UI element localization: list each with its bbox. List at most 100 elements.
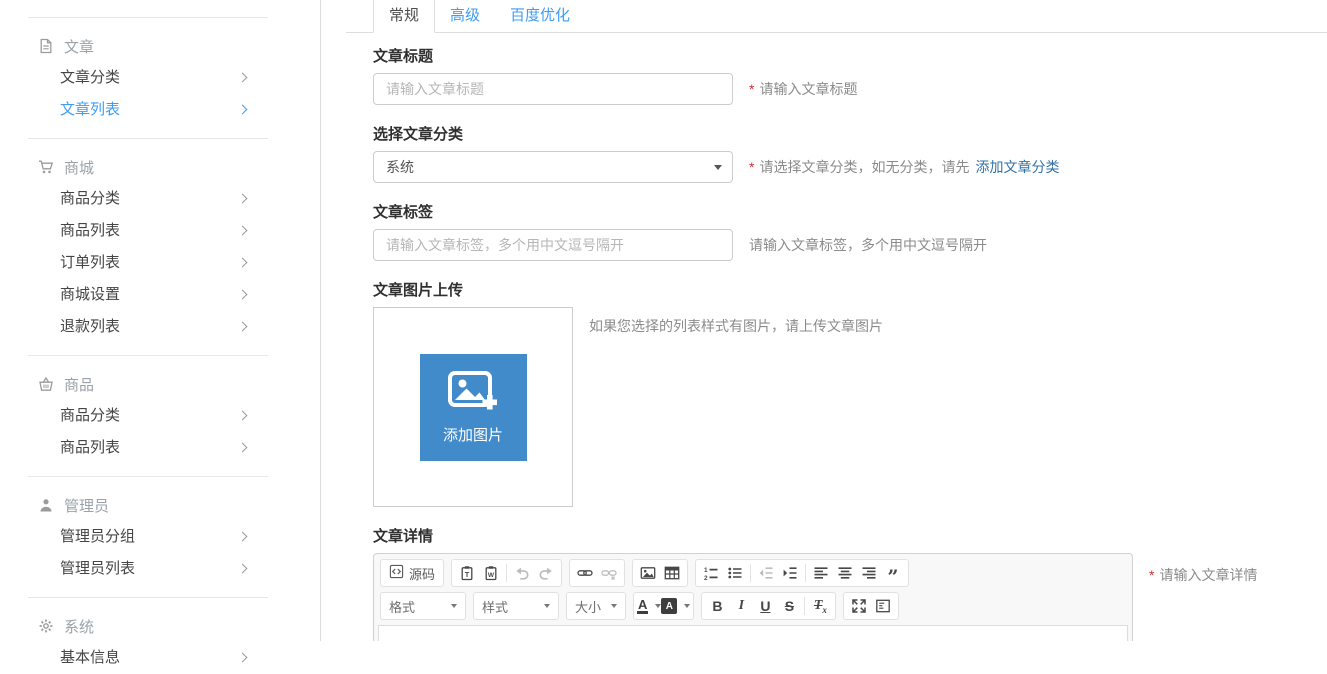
divider [28, 17, 268, 18]
sidebar-item-refund-list[interactable]: 退款列表 [0, 311, 320, 343]
divider [28, 476, 268, 477]
insert-image-button[interactable] [636, 561, 660, 585]
article-tags-input[interactable] [373, 229, 733, 261]
editor-toolbar-row-1: 源码 T W [380, 559, 1126, 587]
sidebar-item-goods-categories[interactable]: 商品分类 [0, 400, 320, 432]
sidebar-item-admin-groups[interactable]: 管理员分组 [0, 521, 320, 553]
article-category-select[interactable]: 系统 [373, 151, 733, 183]
align-left-button[interactable] [809, 561, 833, 585]
chevron-right-icon [238, 258, 248, 268]
dropdown-caret-icon [714, 165, 722, 170]
chevron-right-icon [238, 532, 248, 542]
editor-content-area[interactable] [378, 625, 1128, 641]
remove-format-button[interactable]: Tx [808, 594, 832, 618]
remove-format-icon: Tx [814, 598, 827, 615]
image-upload-dropzone: 添加图片 [373, 307, 573, 507]
strikethrough-button[interactable]: S [777, 594, 801, 618]
font-size-dropdown[interactable]: 大小 [566, 592, 626, 620]
toolbar-group-source: 源码 [380, 559, 444, 587]
article-detail-label: 文章详情 [373, 529, 1327, 545]
maximize-button[interactable] [847, 594, 871, 618]
article-category-hint: *请选择文章分类，如无分类，请先添加文章分类 [749, 157, 1059, 177]
article-form: 文章标题 *请输入文章标题 选择文章分类 系统 *请选择文章分类，如无分类，请先… [346, 33, 1327, 641]
sidebar: 文章 文章分类 文章列表 商城 商品分类 商品列表 订单列表 [0, 0, 321, 641]
svg-text:W: W [488, 572, 495, 579]
styles-dropdown[interactable]: 样式 [473, 592, 559, 620]
background-color-button[interactable]: A [661, 594, 690, 618]
paste-as-text-button[interactable]: T [455, 561, 479, 585]
toolbar-group-insert [632, 559, 688, 587]
article-image-label: 文章图片上传 [373, 283, 1327, 299]
format-dropdown[interactable]: 格式 [380, 592, 466, 620]
basket-icon [38, 376, 54, 392]
tab-advanced[interactable]: 高级 [435, 0, 495, 32]
dropdown-caret-icon [451, 604, 457, 608]
sidebar-group-article[interactable]: 文章 [0, 30, 320, 62]
add-image-button[interactable]: 添加图片 [420, 354, 527, 461]
sidebar-item-order-list[interactable]: 订单列表 [0, 247, 320, 279]
sidebar-section-goods: 商品 商品分类 商品列表 [0, 368, 320, 464]
sidebar-group-goods[interactable]: 商品 [0, 368, 320, 400]
text-color-button[interactable]: A [637, 594, 661, 618]
sidebar-item-basic-info[interactable]: 基本信息 [0, 642, 320, 674]
dropdown-caret-icon [611, 604, 617, 608]
increase-indent-button[interactable] [778, 561, 802, 585]
article-category-label: 选择文章分类 [373, 127, 1327, 143]
sidebar-item-mall-settings[interactable]: 商城设置 [0, 279, 320, 311]
undo-button[interactable] [510, 561, 534, 585]
sidebar-group-mall[interactable]: 商城 [0, 151, 320, 183]
bold-button[interactable]: B [705, 594, 729, 618]
article-detail-hint: *请输入文章详情 [1149, 553, 1257, 585]
toolbar-group-tools [843, 592, 899, 620]
editor-toolbar: 源码 T W [374, 554, 1132, 620]
source-button[interactable]: 源码 [384, 561, 440, 585]
numbered-list-button[interactable]: 12 [699, 561, 723, 585]
toolbar-group-colors: A A [633, 592, 694, 620]
toolbar-separator [805, 564, 806, 582]
show-blocks-button[interactable] [871, 594, 895, 618]
tab-general[interactable]: 常规 [373, 0, 435, 33]
sidebar-section-admin: 管理员 管理员分组 管理员列表 [0, 489, 320, 585]
unlink-button[interactable] [597, 561, 621, 585]
sidebar-item-product-list[interactable]: 商品列表 [0, 215, 320, 247]
code-brackets-icon [389, 564, 404, 582]
file-text-icon [38, 38, 54, 54]
article-tags-hint: 请输入文章标签，多个用中文逗号隔开 [749, 235, 987, 255]
blockquote-button[interactable]: ” [881, 561, 905, 585]
sidebar-item-product-categories[interactable]: 商品分类 [0, 183, 320, 215]
bulleted-list-button[interactable] [723, 561, 747, 585]
underline-button[interactable]: U [753, 594, 777, 618]
sidebar-item-article-list[interactable]: 文章列表 [0, 94, 320, 126]
sidebar-group-label: 商品 [64, 374, 94, 395]
chevron-right-icon [238, 105, 248, 115]
sidebar-item-admin-list[interactable]: 管理员列表 [0, 553, 320, 585]
selected-category-value: 系统 [386, 159, 414, 175]
cart-icon [38, 159, 54, 175]
sidebar-section-article: 文章 文章分类 文章列表 [0, 30, 320, 126]
align-center-button[interactable] [833, 561, 857, 585]
required-asterisk: * [1149, 567, 1154, 583]
add-category-link[interactable]: 添加文章分类 [975, 159, 1059, 175]
field-article-title: 文章标题 *请输入文章标题 [373, 49, 1327, 105]
italic-button[interactable]: I [729, 594, 753, 618]
rich-text-editor: 源码 T W [373, 553, 1133, 641]
user-icon [38, 497, 54, 513]
tab-baidu-seo[interactable]: 百度优化 [495, 0, 585, 32]
article-title-input[interactable] [373, 73, 733, 105]
sidebar-group-system[interactable]: 系统 [0, 610, 320, 642]
sidebar-group-label: 管理员 [64, 495, 109, 516]
decrease-indent-button[interactable] [754, 561, 778, 585]
required-asterisk: * [749, 81, 754, 97]
main-content: 常规 高级 百度优化 文章标题 *请输入文章标题 选择文章分类 系统 [321, 0, 1327, 641]
paste-from-word-button[interactable]: W [479, 561, 503, 585]
sidebar-section-system: 系统 基本信息 [0, 610, 320, 674]
svg-text:1: 1 [704, 567, 708, 574]
toolbar-group-basicstyles: B I U S Tx [701, 592, 836, 620]
insert-table-button[interactable] [660, 561, 684, 585]
redo-button[interactable] [534, 561, 558, 585]
sidebar-group-admin[interactable]: 管理员 [0, 489, 320, 521]
link-button[interactable] [573, 561, 597, 585]
sidebar-item-article-categories[interactable]: 文章分类 [0, 62, 320, 94]
align-right-button[interactable] [857, 561, 881, 585]
sidebar-item-goods-list[interactable]: 商品列表 [0, 432, 320, 464]
